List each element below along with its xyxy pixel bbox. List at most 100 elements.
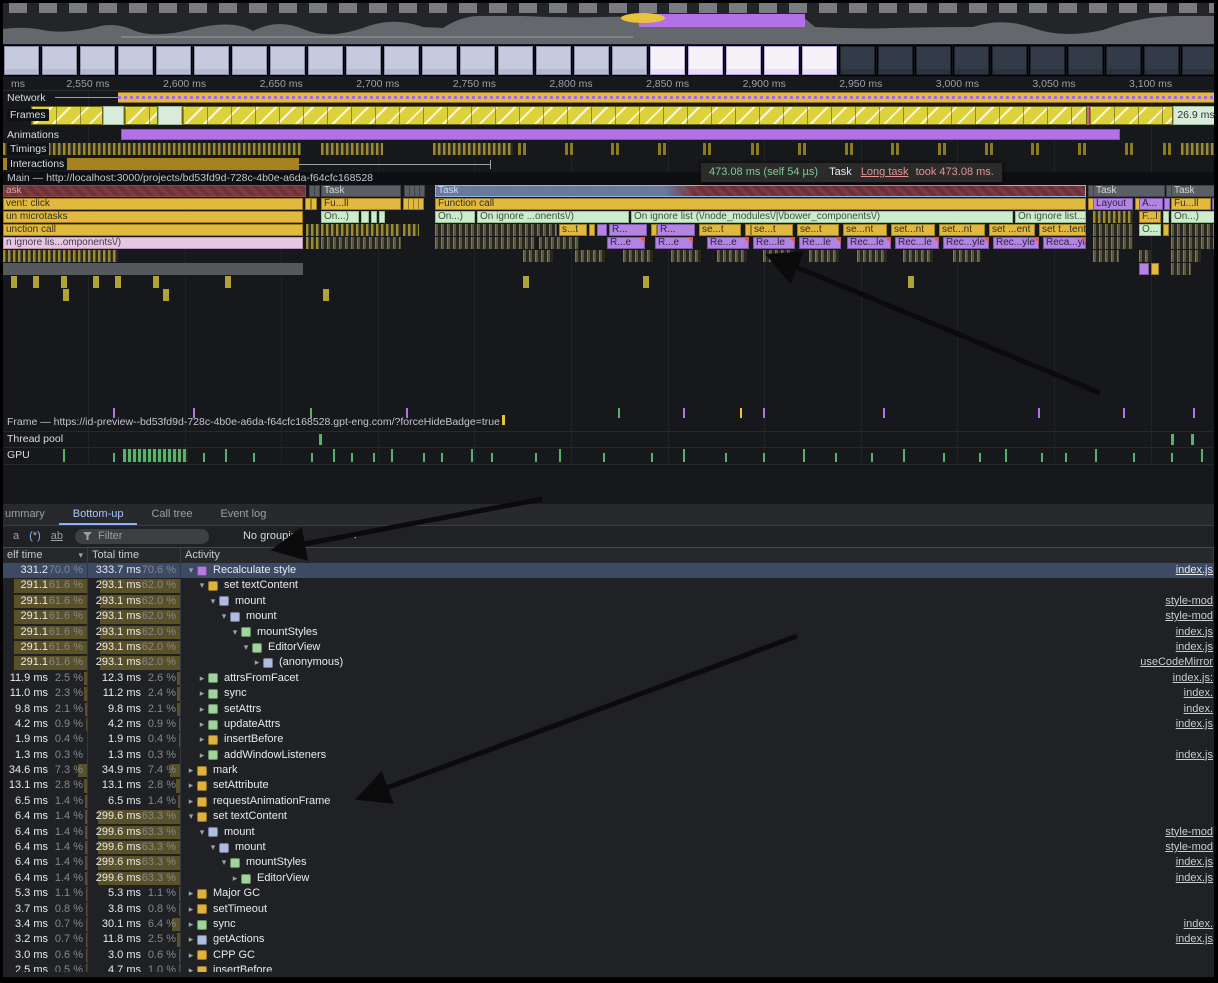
filmstrip-thumbnail[interactable] [991, 45, 1028, 76]
flame-block[interactable] [1163, 224, 1169, 236]
flame-block[interactable] [115, 276, 121, 288]
column-header-self-time[interactable]: elf time▾ [3, 548, 88, 563]
flame-block[interactable]: ask [3, 185, 306, 197]
flame-block[interactable]: Rec...yle [943, 237, 989, 249]
filmstrip-thumbnail[interactable] [1143, 45, 1180, 76]
frame-segment[interactable] [103, 106, 124, 125]
filter-input[interactable]: Filter [75, 529, 209, 544]
flame-block[interactable]: Fu...ll [321, 198, 401, 210]
flame-block[interactable] [1163, 211, 1169, 223]
disclosure-triangle-icon[interactable]: ▸ [196, 671, 208, 686]
flame-block[interactable]: set t...tent [1039, 224, 1086, 236]
tab-call-tree[interactable]: Call tree [137, 504, 206, 525]
table-row[interactable]: 291.1 ms61.6 %293.1 ms62.0 %▾set textCon… [3, 578, 1214, 593]
frame-segment[interactable] [1089, 106, 1173, 125]
table-row[interactable]: 6.4 ms1.4 %299.6 ms63.3 %▾mountStylesind… [3, 855, 1214, 870]
flame-block[interactable] [3, 263, 303, 275]
filmstrip-thumbnail[interactable] [687, 45, 724, 76]
disclosure-triangle-icon[interactable]: ▸ [185, 932, 197, 947]
flame-block[interactable]: On...) [435, 211, 475, 223]
flame-block[interactable] [435, 224, 557, 236]
network-track[interactable]: Network [3, 91, 1214, 104]
filmstrip-thumbnail[interactable] [763, 45, 800, 76]
source-link[interactable]: style-mod [1165, 594, 1213, 609]
disclosure-triangle-icon[interactable]: ▾ [229, 625, 241, 640]
disclosure-triangle-icon[interactable]: ▾ [196, 825, 208, 840]
flame-block[interactable] [61, 276, 67, 288]
match-word-icon[interactable]: ab [51, 530, 63, 542]
flame-block[interactable] [1139, 250, 1151, 262]
flame-block[interactable] [717, 250, 747, 262]
flame-block[interactable] [306, 224, 320, 236]
table-row[interactable]: 6.4 ms1.4 %299.6 ms63.3 %▾set textConten… [3, 809, 1214, 824]
tab-bottom-up[interactable]: Bottom-up [59, 504, 138, 525]
flame-block[interactable]: s...t [559, 224, 587, 236]
flame-block[interactable] [419, 185, 425, 197]
filmstrip-thumbnail[interactable] [839, 45, 876, 76]
flame-block[interactable] [1139, 263, 1149, 275]
source-link[interactable]: index. [1184, 686, 1213, 701]
table-row[interactable]: 4.2 ms0.9 %4.2 ms0.9 %▸updateAttrsindex.… [3, 717, 1214, 732]
flame-block[interactable] [435, 237, 535, 249]
flame-block[interactable] [403, 224, 419, 236]
flame-block[interactable] [539, 237, 579, 249]
flame-block[interactable] [1171, 224, 1218, 236]
flame-block[interactable] [1093, 224, 1133, 236]
filmstrip-thumbnail[interactable] [915, 45, 952, 76]
table-row[interactable]: 3.2 ms0.7 %11.8 ms2.5 %▸getActionsindex.… [3, 932, 1214, 947]
flame-block[interactable]: On ignore list... [1015, 211, 1086, 223]
flame-block[interactable]: Task [1093, 185, 1165, 197]
flame-block[interactable]: R... [609, 224, 647, 236]
frame-segment[interactable] [124, 106, 158, 125]
disclosure-triangle-icon[interactable]: ▾ [218, 609, 230, 624]
table-row[interactable]: 291.1 ms61.6 %293.1 ms62.0 %▾mountstyle-… [3, 594, 1214, 609]
table-row[interactable]: 13.1 ms2.8 %13.1 ms2.8 %▸setAttribute [3, 778, 1214, 793]
flame-block[interactable] [589, 224, 595, 236]
source-link[interactable]: index.js [1176, 640, 1213, 655]
animation-bar[interactable] [121, 129, 1120, 140]
table-row[interactable]: 3.4 ms0.7 %30.1 ms6.4 %▸syncindex. [3, 917, 1214, 932]
disclosure-triangle-icon[interactable]: ▸ [185, 763, 197, 778]
flame-block[interactable]: set...nt [891, 224, 935, 236]
flame-block[interactable]: set...nt [939, 224, 985, 236]
table-row[interactable]: 1.9 ms0.4 %1.9 ms0.4 %▸insertBefore [3, 732, 1214, 747]
flame-block[interactable] [418, 198, 424, 210]
flame-block[interactable] [575, 250, 605, 262]
table-row[interactable]: 6.4 ms1.4 %299.6 ms63.3 %▾mountstyle-mod [3, 840, 1214, 855]
animations-track[interactable]: Animations [3, 128, 1214, 141]
flame-block[interactable]: On...) [321, 211, 359, 223]
flame-block[interactable]: On...) [1171, 211, 1217, 223]
flame-block[interactable] [311, 198, 317, 210]
disclosure-triangle-icon[interactable]: ▸ [196, 686, 208, 701]
source-link[interactable]: index.js [1176, 871, 1213, 886]
filmstrip-thumbnail[interactable] [231, 45, 268, 76]
flame-block[interactable] [153, 276, 159, 288]
filmstrip-thumbnail[interactable] [41, 45, 78, 76]
source-link[interactable]: index.js [1176, 625, 1213, 640]
table-row[interactable]: 34.6 ms7.3 %34.9 ms7.4 %▸mark [3, 763, 1214, 778]
flame-block[interactable] [3, 250, 118, 262]
source-link[interactable]: index.js [1176, 563, 1213, 578]
filmstrip-thumbnail[interactable] [877, 45, 914, 76]
flame-block[interactable] [953, 250, 981, 262]
flame-block[interactable]: F...l [1139, 211, 1161, 223]
table-row[interactable]: 291.1 ms61.6 %293.1 ms62.0 %▾EditorViewi… [3, 640, 1214, 655]
flame-block[interactable]: se...t [699, 224, 741, 236]
filmstrip-thumbnail[interactable] [611, 45, 648, 76]
flame-block[interactable] [809, 250, 839, 262]
timeline-ruler[interactable]: ms 2,550 ms2,600 ms2,650 ms2,700 ms2,750… [3, 77, 1214, 91]
filmstrip-thumbnail[interactable] [193, 45, 230, 76]
flame-block[interactable] [163, 289, 169, 301]
flame-block[interactable] [314, 185, 320, 197]
flame-block[interactable]: Fu...ll [1171, 198, 1211, 210]
source-link[interactable]: style-mod [1165, 825, 1213, 840]
filmstrip-thumbnail[interactable] [1067, 45, 1104, 76]
flame-block[interactable] [1171, 250, 1201, 262]
flame-block[interactable]: se...t [797, 224, 839, 236]
flame-block[interactable] [63, 289, 69, 301]
disclosure-triangle-icon[interactable]: ▾ [185, 563, 197, 578]
flame-block[interactable] [857, 250, 887, 262]
flame-block[interactable] [908, 276, 914, 288]
disclosure-triangle-icon[interactable]: ▾ [218, 855, 230, 870]
flame-block[interactable]: On ignore list (\/node_modules\/|\/bower… [631, 211, 1013, 223]
